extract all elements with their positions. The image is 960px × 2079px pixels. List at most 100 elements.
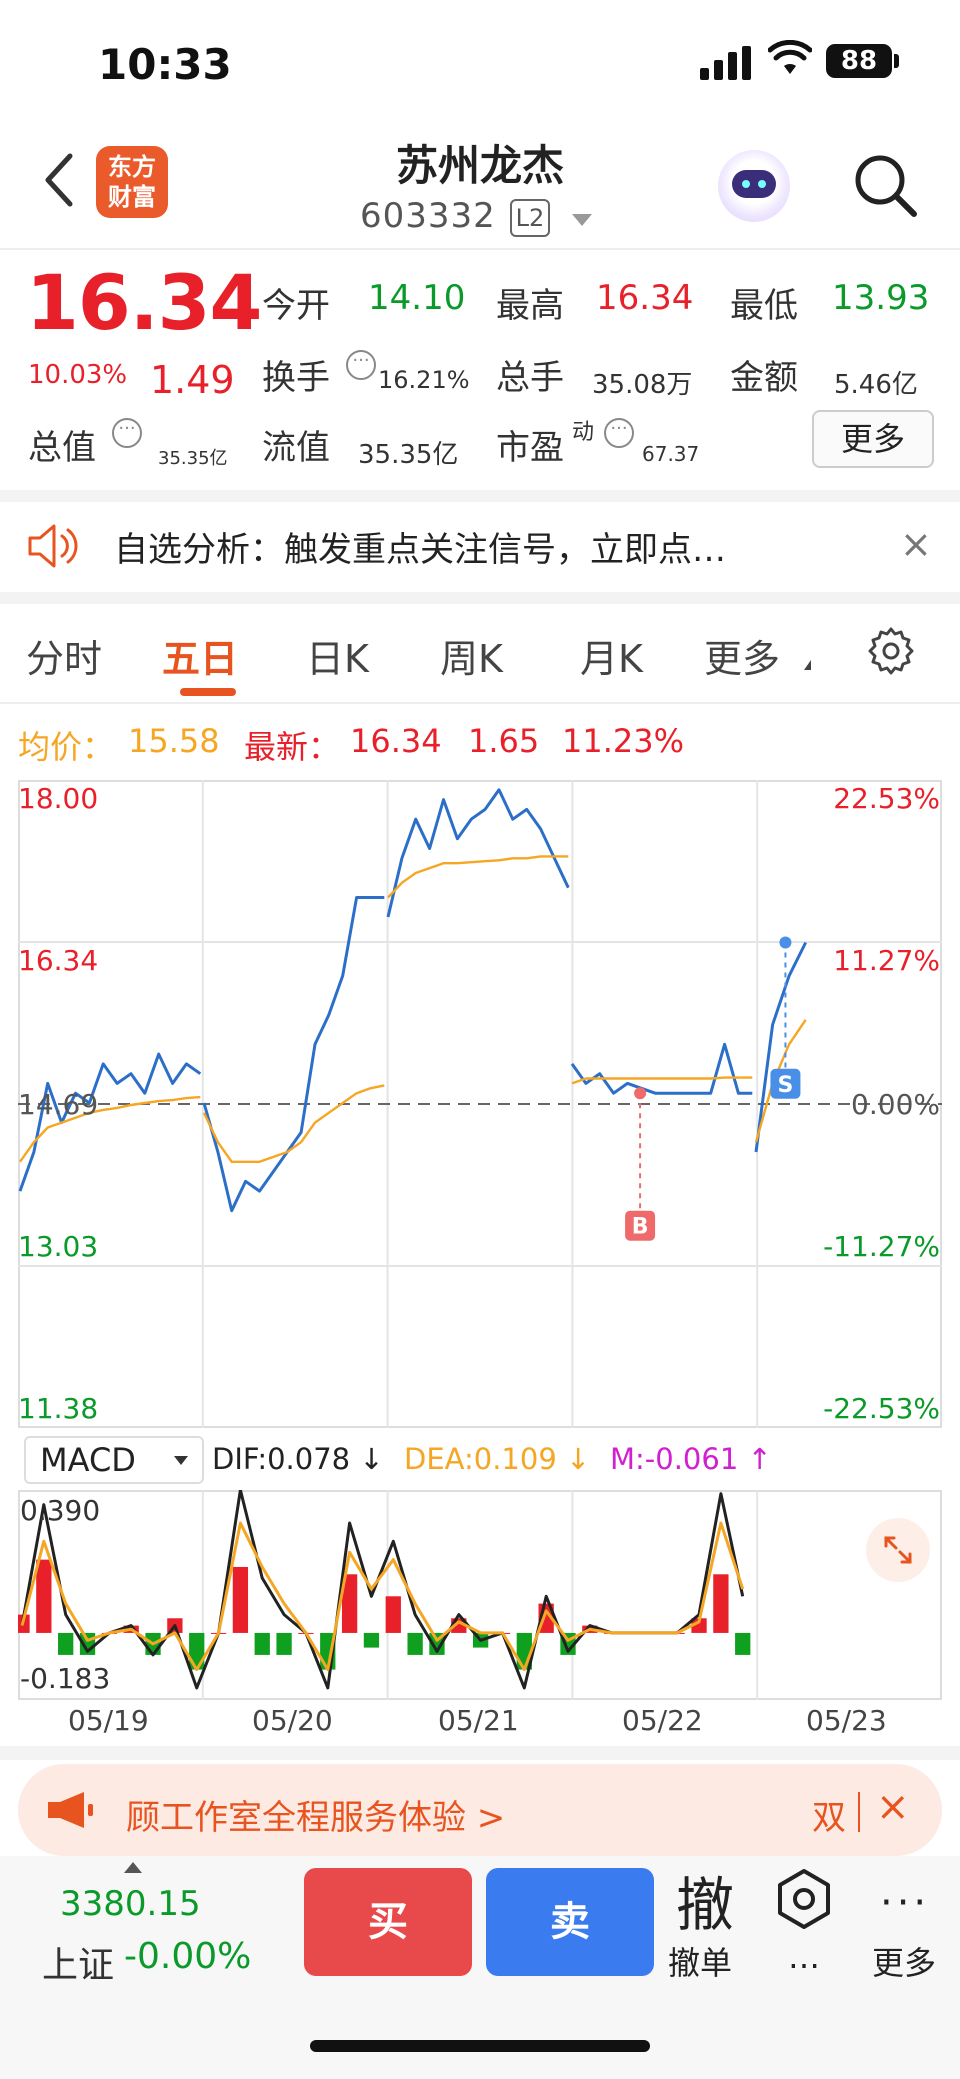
amount-label: 金额 (730, 358, 798, 398)
tab-more[interactable]: 更多 (704, 628, 780, 683)
info-dots-icon[interactable]: ··· (346, 350, 376, 380)
tab-five-day[interactable]: 五日 (162, 628, 238, 683)
index-name[interactable]: 上证 (42, 1936, 114, 1988)
section-gap (0, 592, 960, 604)
dropdown-triangle-icon (804, 660, 811, 670)
tab-intraday[interactable]: 分时 (26, 628, 102, 683)
macd-chart[interactable] (18, 1490, 942, 1700)
close-icon[interactable]: × (900, 522, 932, 566)
buy-marker-label: B (632, 1215, 649, 1240)
banner-text[interactable]: 顾工作室全程服务体验 > (126, 1790, 505, 1839)
price-line (18, 1052, 202, 1192)
macd-frame (18, 1490, 942, 1700)
macd-bar (735, 1632, 751, 1655)
index-percent[interactable]: -0.00% (124, 1936, 251, 1977)
tab-weekly-k[interactable]: 周K (440, 628, 503, 683)
robot-eye-left (742, 180, 750, 188)
back-arrow-icon[interactable] (40, 150, 80, 210)
banner-text-tail: 双 (812, 1798, 846, 1838)
volume-label: 总手 (496, 358, 564, 398)
app-logo[interactable]: 东方 财富 (96, 146, 168, 218)
price-line (754, 941, 808, 1153)
sell-marker-label: S (778, 1073, 794, 1098)
y-label-right: -22.53% (823, 1392, 940, 1425)
turnover-label: 换手 (262, 358, 330, 398)
x-date-label: 05/20 (252, 1704, 333, 1737)
avg-price-line (202, 1084, 385, 1163)
battery-tip (894, 54, 899, 68)
market-cap-value: 35.35亿 (158, 448, 228, 469)
y-label-right: 22.53% (833, 782, 940, 815)
macd-bar (276, 1632, 292, 1655)
change-amount: 1.49 (150, 358, 235, 402)
macd-dea: DEA:0.109 ↓ (404, 1442, 591, 1476)
y-label-right: -11.27% (823, 1230, 940, 1263)
index-value[interactable]: 3380.15 (60, 1884, 201, 1924)
macd-bar (189, 1632, 205, 1670)
wifi-icon (768, 40, 812, 74)
macd-dif-line (20, 1490, 745, 1690)
level2-badge[interactable]: L2 (510, 199, 550, 237)
pe-value: 67.37 (642, 442, 700, 466)
macd-bar (385, 1596, 401, 1633)
high-label: 最高 (496, 286, 564, 326)
macd-bar (713, 1574, 729, 1633)
sell-button[interactable]: 卖 (486, 1868, 654, 1976)
chevron-up-icon[interactable] (124, 1862, 142, 1873)
high-value: 16.34 (596, 278, 694, 318)
tab-monthly-k[interactable]: 月K (580, 628, 643, 683)
buy-button[interactable]: 买 (304, 1868, 472, 1976)
tab-daily-k[interactable]: 日K (306, 628, 369, 683)
float-cap-value: 35.35亿 (358, 440, 459, 470)
more-dots-icon[interactable]: ··· (880, 1880, 930, 1926)
avg-price-label: 均价： (18, 728, 115, 766)
hexagon-icon[interactable] (776, 1868, 832, 1930)
gear-icon[interactable] (866, 626, 916, 676)
search-icon[interactable] (850, 150, 920, 220)
expand-icon[interactable] (866, 1518, 930, 1582)
open-value: 14.10 (368, 278, 466, 318)
y-label-left: 16.34 (18, 944, 99, 977)
more-label[interactable]: 更多 (872, 1938, 936, 1984)
chevron-down-icon[interactable] (174, 1456, 188, 1465)
battery-icon: 88 (826, 44, 892, 78)
y-label-left: 13.03 (18, 1230, 99, 1263)
notice-text[interactable]: 自选分析：触发重点关注信号，立即点… (114, 522, 726, 571)
avg-price-value: 15.58 (128, 722, 220, 760)
hexagon-label[interactable]: … (788, 1938, 820, 1976)
avg-price-line (387, 855, 569, 899)
current-price: 16.34 (26, 258, 262, 347)
macd-bar (36, 1559, 52, 1633)
divider (0, 702, 960, 704)
app-screen: 10:33 88 东方 财富 苏州龙杰 603332 L2 16.34 10.0… (0, 0, 960, 2079)
cancel-order-label[interactable]: 撤单 (668, 1938, 732, 1984)
close-icon[interactable]: × (876, 1784, 910, 1830)
latest-value: 16.34 (350, 722, 442, 760)
info-dots-icon[interactable]: ··· (112, 418, 142, 448)
pe-label: 市盈 (496, 428, 564, 468)
info-dots-icon[interactable]: ··· (604, 418, 634, 448)
five-day-price-chart[interactable]: BS (18, 780, 942, 1428)
macd-dea-line (20, 1521, 745, 1672)
macd-max-label: 0.390 (20, 1494, 101, 1527)
market-cap-label: 总值 (28, 428, 96, 468)
robot-face (732, 170, 776, 198)
cancel-order-icon[interactable]: 撤 (676, 1858, 734, 1942)
pe-superscript: 动 (572, 420, 595, 445)
amount-value: 5.46亿 (834, 370, 918, 400)
chevron-down-icon[interactable] (572, 214, 592, 226)
stock-name: 苏州龙杰 (395, 141, 564, 190)
logo-line-1: 东方 (108, 153, 156, 181)
y-label-right: 11.27% (833, 944, 940, 977)
latest-change: 1.65 (468, 722, 540, 760)
float-cap-label: 流值 (262, 428, 330, 468)
macd-bar (363, 1632, 380, 1648)
macd-bar (58, 1632, 74, 1655)
x-date-label: 05/22 (622, 1704, 703, 1737)
active-tab-indicator (180, 688, 236, 696)
low-value: 13.93 (832, 278, 930, 318)
megaphone-icon (48, 1792, 93, 1828)
x-date-label: 05/21 (438, 1704, 519, 1737)
more-quote-button[interactable]: 更多 (812, 410, 934, 468)
price-line (570, 1042, 753, 1095)
